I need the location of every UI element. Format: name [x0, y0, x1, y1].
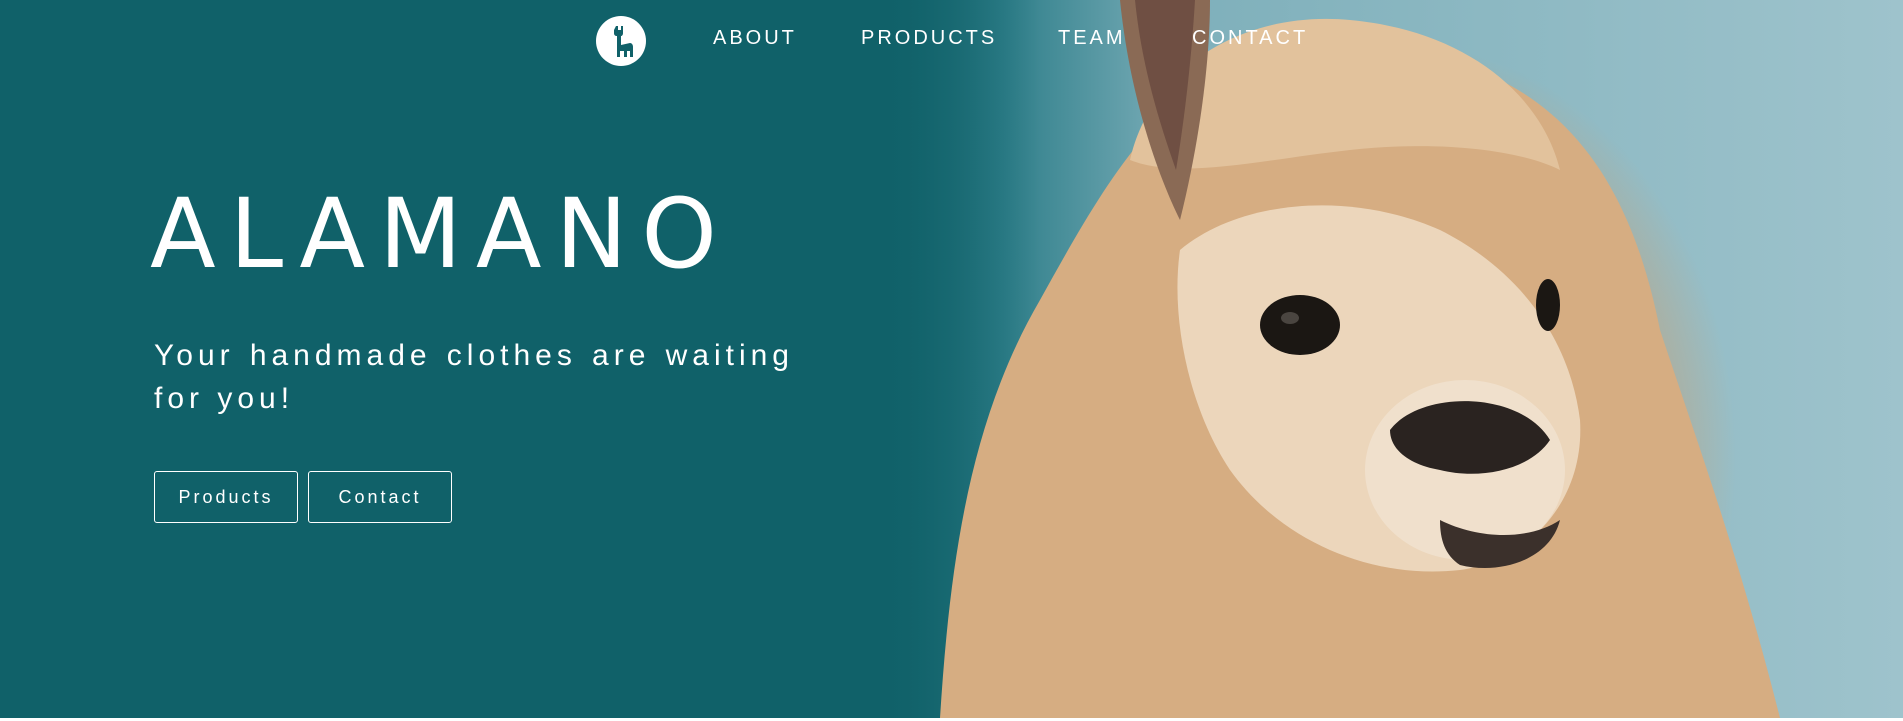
hero-section: ABOUT PRODUCTS TEAM CONTACT ALAMANO Your…	[0, 0, 1903, 718]
nav-products[interactable]: PRODUCTS	[861, 27, 997, 50]
logo-button[interactable]	[596, 16, 646, 66]
site-title: ALAMANO	[150, 178, 731, 290]
llama-icon	[614, 26, 633, 57]
alpaca-image	[880, 0, 1903, 718]
products-button[interactable]: Products	[154, 471, 298, 523]
contact-button[interactable]: Contact	[308, 471, 452, 523]
alpaca-illustration	[940, 0, 1780, 718]
hero-tagline: Your handmade clothes are waiting for yo…	[154, 339, 794, 415]
top-navigation: ABOUT PRODUCTS TEAM CONTACT	[0, 14, 1903, 66]
nav-team[interactable]: TEAM	[1058, 27, 1126, 50]
nav-about[interactable]: ABOUT	[713, 27, 797, 50]
nav-contact[interactable]: CONTACT	[1192, 27, 1308, 50]
